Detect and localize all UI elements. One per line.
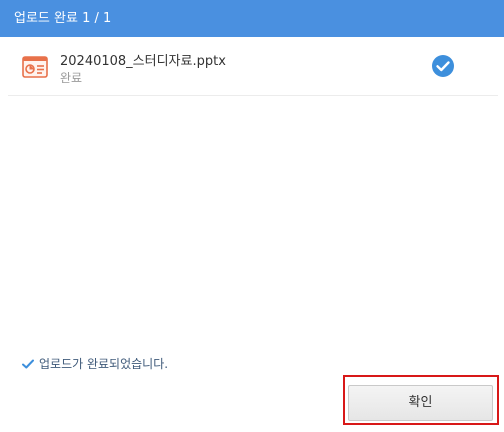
file-status: 완료: [60, 71, 83, 85]
confirm-button[interactable]: 확인: [348, 385, 493, 421]
upload-status-message: 업로드가 완료되었습니다.: [22, 355, 168, 372]
pptx-file-icon: [22, 56, 48, 78]
check-circle-icon: [431, 54, 455, 78]
dialog-title-bar: 업로드 완료 1 / 1: [0, 0, 504, 37]
file-name: 20240108_스터디자료.pptx: [60, 54, 226, 69]
dialog-title: 업로드 완료 1 / 1: [14, 11, 112, 26]
checkmark-icon: [22, 359, 34, 368]
upload-complete-dialog: 업로드 완료 1 / 1 20240108_스터디자료.pptx 완료 업로드가…: [0, 0, 504, 432]
upload-status-text: 업로드가 완료되었습니다.: [39, 357, 169, 371]
file-list-item: 20240108_스터디자료.pptx 완료: [8, 38, 498, 96]
